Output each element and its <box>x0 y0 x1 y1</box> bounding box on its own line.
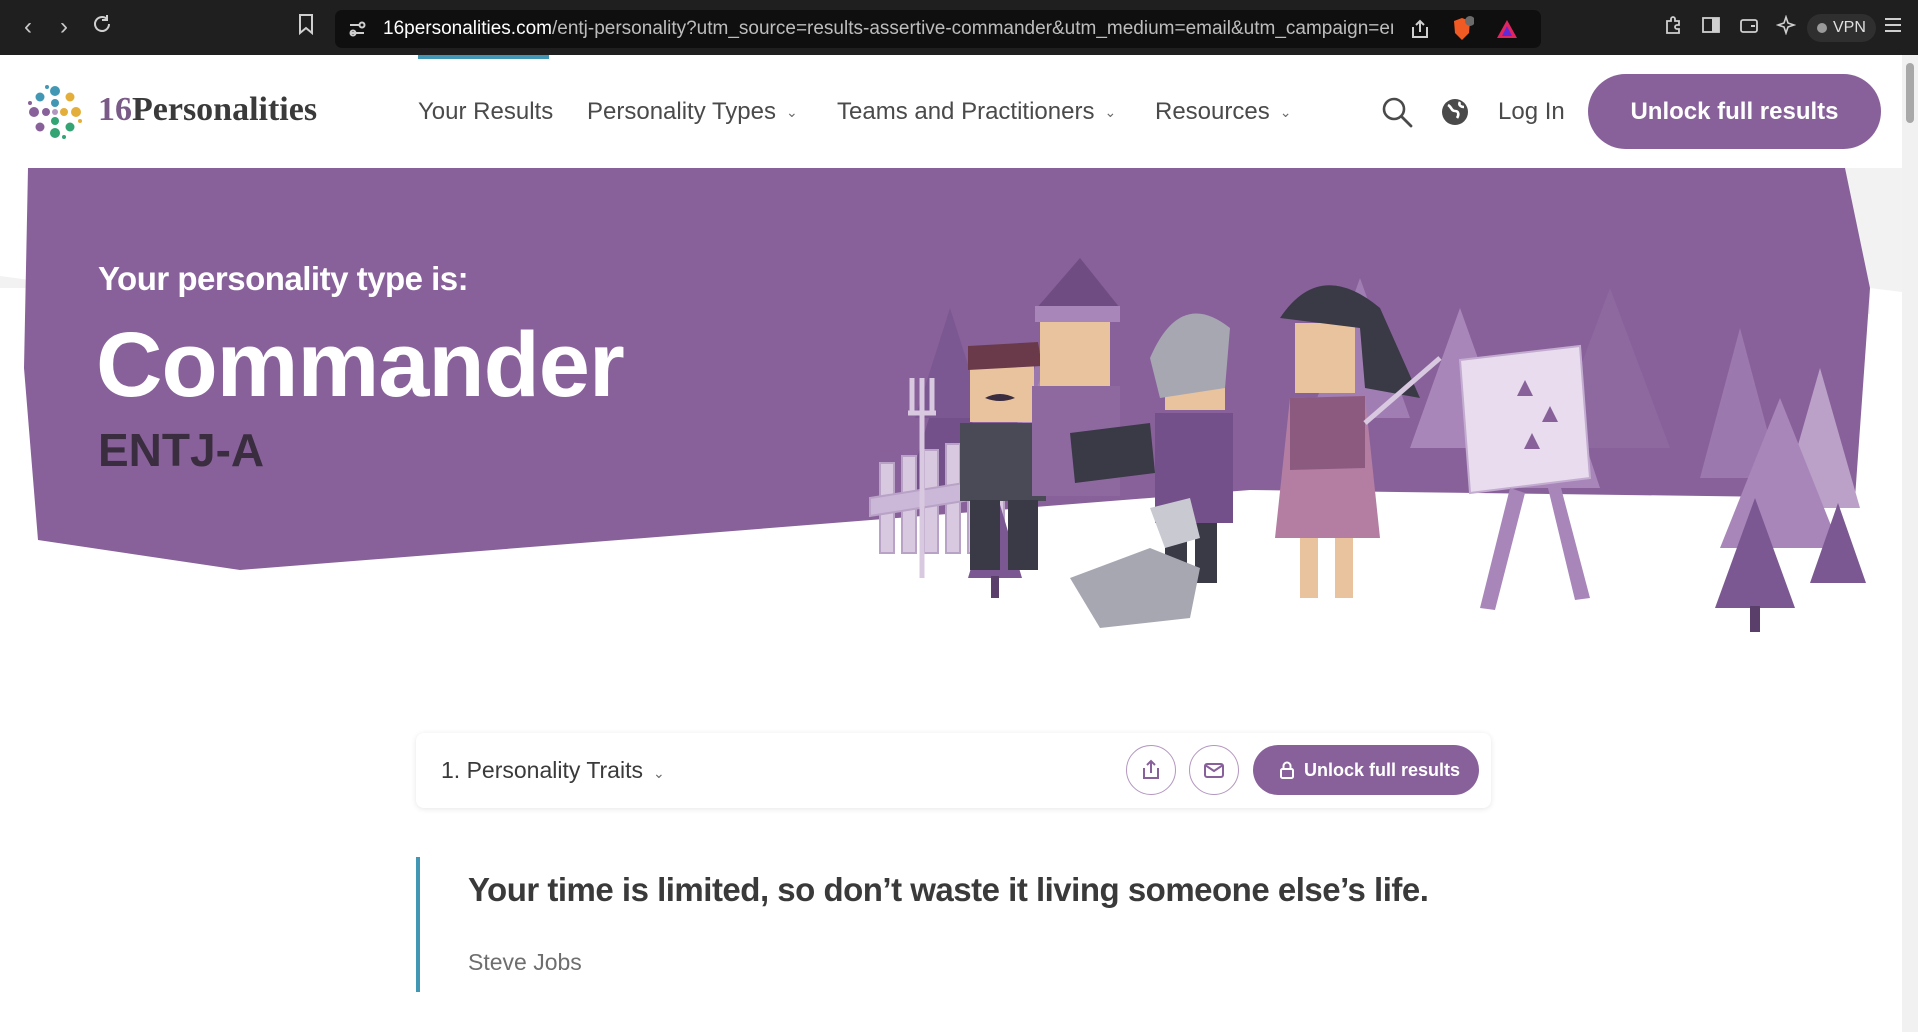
nav-teams-practitioners[interactable]: Teams and Practitioners ⌄ <box>837 98 1116 126</box>
url-text[interactable]: 16personalities.com/entj-personality?utm… <box>383 10 1393 48</box>
chevron-down-icon: ⌄ <box>1104 104 1117 121</box>
browser-toolbar: ‹ › 16personalities.com/entj-personality… <box>0 0 1918 55</box>
chevron-down-icon: ⌄ <box>1279 104 1292 121</box>
vpn-button[interactable]: VPN <box>1807 14 1876 42</box>
email-button[interactable] <box>1189 745 1239 795</box>
nav-personality-types[interactable]: Personality Types ⌄ <box>587 98 798 126</box>
wallet-icon[interactable] <box>1736 15 1762 41</box>
login-link[interactable]: Log In <box>1498 98 1565 126</box>
nav-your-results[interactable]: Your Results <box>418 98 553 126</box>
chevron-down-icon: ⌄ <box>652 765 665 781</box>
site-settings-icon[interactable] <box>347 19 367 44</box>
brave-shields-icon[interactable] <box>1450 16 1475 47</box>
extensions-icon[interactable] <box>1660 15 1686 41</box>
scrollbar-thumb[interactable] <box>1906 63 1914 123</box>
site-logo[interactable]: 16Personalities <box>22 79 332 145</box>
share-page-icon[interactable] <box>1409 18 1431 45</box>
unlock-full-results-small-button[interactable]: Unlock full results <box>1253 745 1479 795</box>
hero-subtitle: Your personality type is: <box>98 260 469 297</box>
nav-resources-label: Resources <box>1155 98 1270 125</box>
chevron-down-icon: ⌄ <box>786 104 798 121</box>
nav-resources[interactable]: Resources ⌄ <box>1155 98 1291 126</box>
personality-type-code: ENTJ-A <box>98 424 265 476</box>
quote-text: Your time is limited, so don’t waste it … <box>468 871 1429 908</box>
forward-icon[interactable]: › <box>50 13 78 41</box>
envelope-icon <box>1204 763 1224 778</box>
reload-icon[interactable] <box>88 13 116 41</box>
unlock-small-label: Unlock full results <box>1304 760 1461 780</box>
back-icon[interactable]: ‹ <box>14 13 42 41</box>
globe-icon[interactable] <box>1438 95 1472 129</box>
logo-dots-icon <box>28 85 82 139</box>
nav-your-results-label: Your Results <box>418 98 554 125</box>
leo-ai-icon[interactable] <box>1773 14 1799 41</box>
search-icon[interactable] <box>1380 95 1414 129</box>
site-header: 16Personalities Your Results Personality… <box>0 55 1902 168</box>
section-dropdown-label: 1. Personality Traits <box>441 757 643 783</box>
address-bar[interactable]: 16personalities.com/entj-personality?utm… <box>335 10 1541 48</box>
hero-banner: Your personality type is: Commander ENTJ… <box>0 168 1902 708</box>
lock-icon <box>1280 761 1294 779</box>
quote-block: Your time is limited, so don’t waste it … <box>416 857 1516 992</box>
section-navigation-bar: 1. Personality Traits ⌄ Unlock full resul… <box>416 733 1491 808</box>
active-tab-indicator <box>418 55 549 59</box>
logo-wordmark: 16Personalities <box>98 91 318 128</box>
nav-teams-label: Teams and Practitioners <box>837 98 1095 125</box>
bookmark-icon[interactable] <box>292 13 320 41</box>
nav-personality-types-label: Personality Types <box>587 98 776 125</box>
menu-icon[interactable] <box>1880 15 1906 41</box>
section-dropdown[interactable]: 1. Personality Traits ⌄ <box>441 757 665 784</box>
personality-type-name: Commander <box>96 314 625 416</box>
brave-rewards-icon[interactable] <box>1495 18 1519 45</box>
quote-author: Steve Jobs <box>468 949 582 975</box>
share-button[interactable] <box>1126 745 1176 795</box>
share-icon <box>1143 759 1159 779</box>
unlock-full-results-button[interactable]: Unlock full results <box>1588 74 1881 149</box>
commander-illustration <box>830 258 1870 708</box>
sidebar-icon[interactable] <box>1698 15 1724 41</box>
page-scrollbar[interactable] <box>1902 55 1918 1032</box>
